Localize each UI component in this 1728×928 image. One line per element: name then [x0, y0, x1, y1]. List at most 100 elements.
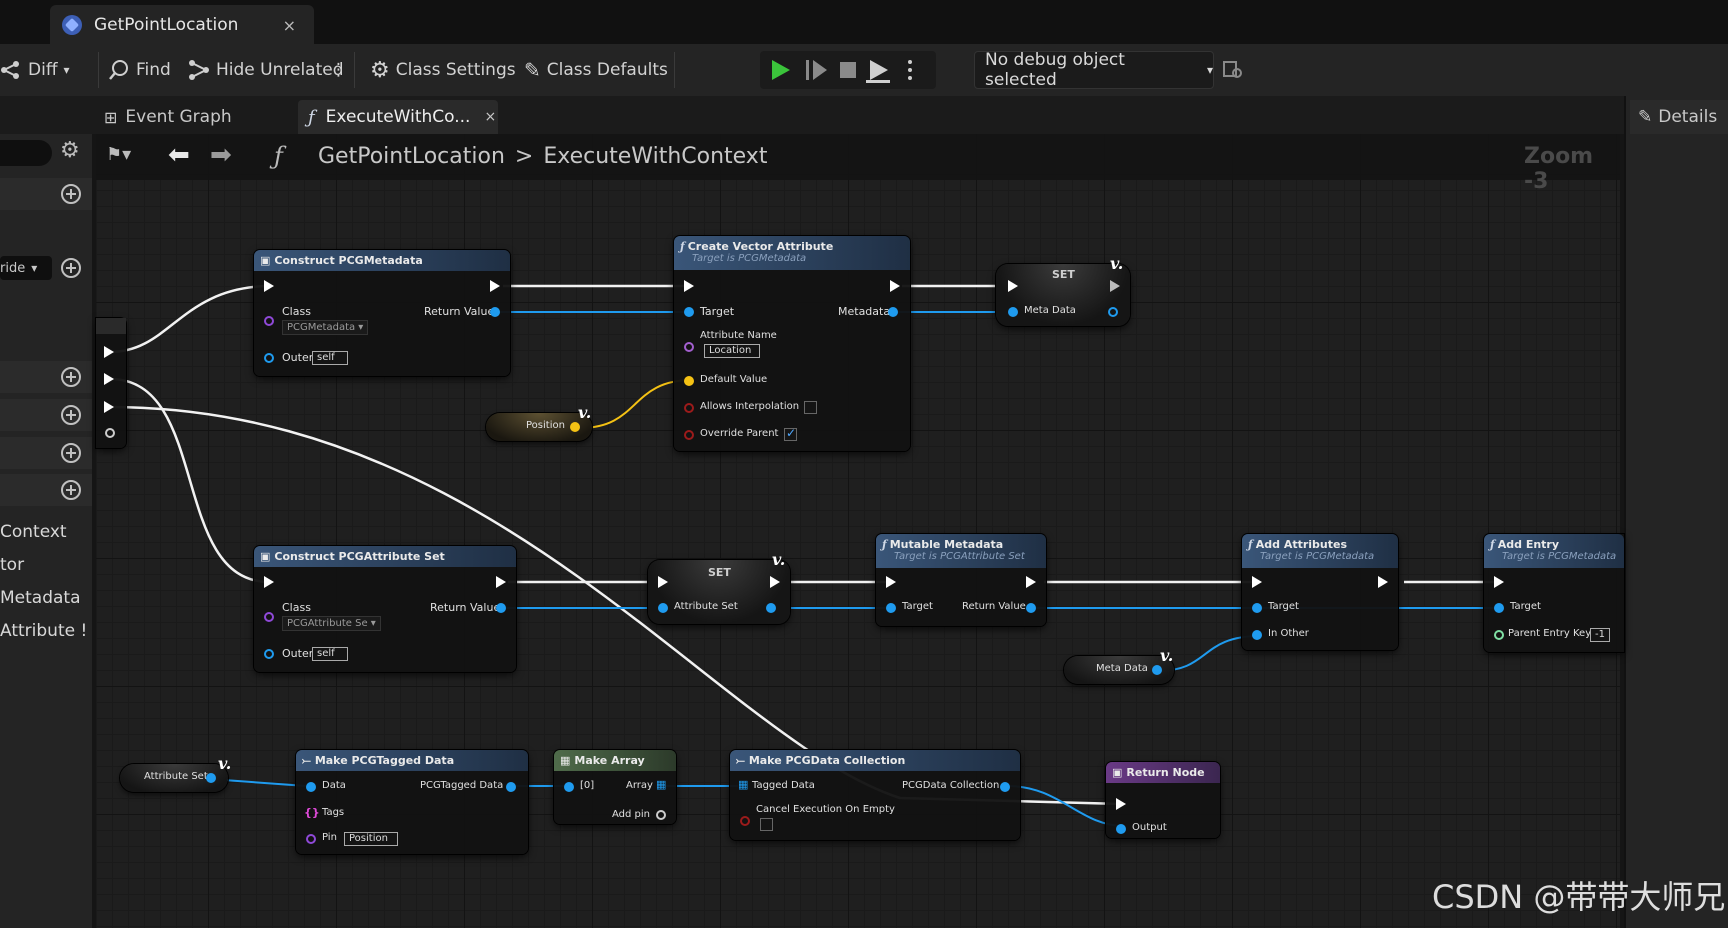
cancel-execution-pin[interactable] — [740, 816, 750, 826]
play-icon[interactable] — [772, 60, 790, 80]
add-icon[interactable] — [61, 443, 81, 463]
add-icon[interactable] — [61, 480, 81, 500]
add-pin-icon[interactable] — [656, 810, 666, 820]
tags-set-icon[interactable]: {} — [304, 806, 320, 819]
target-pin[interactable] — [1252, 603, 1262, 613]
in-other-pin[interactable] — [1252, 630, 1262, 640]
more-options-icon[interactable] — [908, 60, 912, 80]
metadata-pin[interactable] — [888, 307, 898, 317]
exec-pin[interactable] — [104, 346, 114, 358]
exec-in-pin[interactable] — [1008, 280, 1018, 292]
collection-out-pin[interactable] — [1000, 782, 1010, 792]
parent-entry-key-field[interactable]: -1 — [1590, 628, 1610, 642]
metadata-out-pin[interactable] — [1108, 307, 1118, 317]
exec-out-pin[interactable] — [490, 280, 500, 292]
add-attributes-node[interactable]: ƒ Add Attributes Target is PCGMetadata Ta… — [1242, 534, 1398, 650]
position-pin[interactable] — [570, 422, 580, 432]
construct-pcgmetadata-node[interactable]: ▣ Construct PCGMetadata Class PCGMetadata… — [254, 250, 510, 376]
exec-out-pin[interactable] — [1026, 576, 1036, 588]
attribute-set-pin[interactable] — [206, 773, 216, 783]
exec-out-pin[interactable] — [1110, 280, 1120, 292]
outer-pin[interactable] — [264, 649, 274, 659]
local-var-item[interactable]: Attribute ! — [0, 621, 92, 641]
debug-object-dropdown[interactable]: No debug object selected ▾ — [974, 50, 1214, 90]
position-getter-node[interactable]: Position v. — [486, 403, 592, 441]
add-entry-node[interactable]: ƒ Add Entry Target is PCGMetadata Target … — [1484, 534, 1624, 652]
exec-in-pin[interactable] — [658, 576, 668, 588]
tagged-data-array-pin[interactable]: ▦ — [738, 778, 748, 791]
allows-interpolation-pin[interactable] — [684, 403, 694, 413]
exec-in-pin[interactable] — [1494, 576, 1504, 588]
metadata-pin[interactable] — [1152, 665, 1162, 675]
override-parent-checkbox[interactable] — [784, 426, 797, 441]
construct-pcgattribute-set-node[interactable]: ▣ Construct PCGAttribute Set Class PCGAtt… — [254, 546, 516, 672]
local-var-item[interactable]: Metadata — [0, 588, 92, 608]
pin-name-field[interactable]: Position — [344, 832, 398, 846]
section-variables[interactable] — [0, 399, 92, 431]
array-out-pin[interactable]: ▦ — [656, 778, 666, 791]
step-icon[interactable] — [806, 60, 827, 80]
close-tab-icon[interactable]: × — [283, 16, 296, 35]
exec-out-pin[interactable] — [890, 280, 900, 292]
class-select[interactable]: PCGAttribute Se ▾ — [282, 616, 381, 631]
attribute-set-out-pin[interactable] — [766, 603, 776, 613]
attribute-set-pin[interactable] — [658, 603, 668, 613]
exec-out-pin[interactable] — [496, 576, 506, 588]
target-pin[interactable] — [684, 307, 694, 317]
make-array-node[interactable]: ▦ Make Array [0] Array ▦ Add pin — [554, 750, 676, 824]
set-metadata-node[interactable]: SET v. Meta Data — [996, 254, 1130, 326]
set-attribute-set-node[interactable]: SET v. Attribute Set — [648, 550, 790, 624]
class-pin[interactable] — [264, 612, 274, 622]
return-value-pin[interactable] — [496, 603, 506, 613]
return-value-pin[interactable] — [490, 307, 500, 317]
exec-out-pin[interactable] — [1378, 576, 1388, 588]
make-pcgtagged-data-node[interactable]: ⤚ Make PCGTagged Data Data PCGTagged Data… — [296, 750, 528, 854]
outer-value[interactable]: self — [312, 351, 348, 365]
override-dropdown[interactable]: ride ▾ — [0, 256, 52, 280]
search-input[interactable] — [0, 140, 52, 166]
make-pcgdata-collection-node[interactable]: ⤚ Make PCGData Collection ▦ Tagged Data P… — [730, 750, 1020, 840]
add-icon[interactable] — [61, 367, 81, 387]
exec-out-pin[interactable] — [770, 576, 780, 588]
exec-pin[interactable] — [104, 373, 114, 385]
section-dispatchers[interactable] — [0, 437, 92, 469]
array-element-pin[interactable] — [564, 782, 574, 792]
section-macros[interactable] — [0, 361, 92, 393]
forward-arrow-icon[interactable]: ➡ — [210, 140, 232, 170]
class-pin[interactable] — [264, 316, 274, 326]
local-var-item[interactable]: tor — [0, 555, 92, 575]
section-local-variables[interactable] — [0, 474, 92, 506]
return-node[interactable]: ▣ Return Node Output — [1106, 762, 1220, 838]
class-settings-button[interactable]: ⚙ Class Settings — [370, 54, 516, 86]
more-options-icon[interactable]: ⋮ — [330, 54, 347, 86]
outer-pin[interactable] — [264, 353, 274, 363]
section-graphs[interactable] — [0, 178, 92, 210]
local-var-item[interactable]: Context — [0, 522, 92, 542]
breadcrumb-root[interactable]: GetPointLocation — [318, 144, 505, 169]
data-pin[interactable] — [306, 782, 316, 792]
add-icon[interactable] — [61, 184, 81, 204]
exec-pin[interactable] — [104, 401, 114, 413]
simulate-icon[interactable] — [866, 60, 890, 83]
metadata-set-pin[interactable] — [1008, 307, 1018, 317]
exec-in-pin[interactable] — [684, 280, 694, 292]
allows-interpolation-checkbox[interactable] — [804, 401, 817, 414]
override-parent-pin[interactable] — [684, 430, 694, 440]
close-tab-icon[interactable]: × — [484, 109, 496, 125]
settings-gear-icon[interactable]: ⚙ — [60, 138, 80, 163]
create-vector-attribute-node[interactable]: ƒ Create Vector Attribute Target is PCGMe… — [674, 236, 910, 451]
add-pin-label[interactable]: Add pin — [612, 809, 650, 820]
stop-icon[interactable] — [840, 62, 856, 78]
exec-in-pin[interactable] — [264, 576, 274, 588]
attribute-name-pin[interactable] — [684, 342, 694, 352]
cancel-execution-checkbox[interactable] — [760, 818, 773, 831]
class-defaults-button[interactable]: ✎ Class Defaults — [524, 54, 668, 86]
tab-event-graph[interactable]: ⊞ Event Graph — [100, 100, 290, 134]
tagged-data-out-pin[interactable] — [506, 782, 516, 792]
diff-button[interactable]: Diff ▾ — [0, 54, 70, 86]
pin-name-pin[interactable] — [306, 834, 316, 844]
exec-in-pin[interactable] — [886, 576, 896, 588]
outer-value[interactable]: self — [312, 647, 348, 661]
target-pin[interactable] — [886, 603, 896, 613]
add-icon[interactable] — [61, 258, 81, 278]
